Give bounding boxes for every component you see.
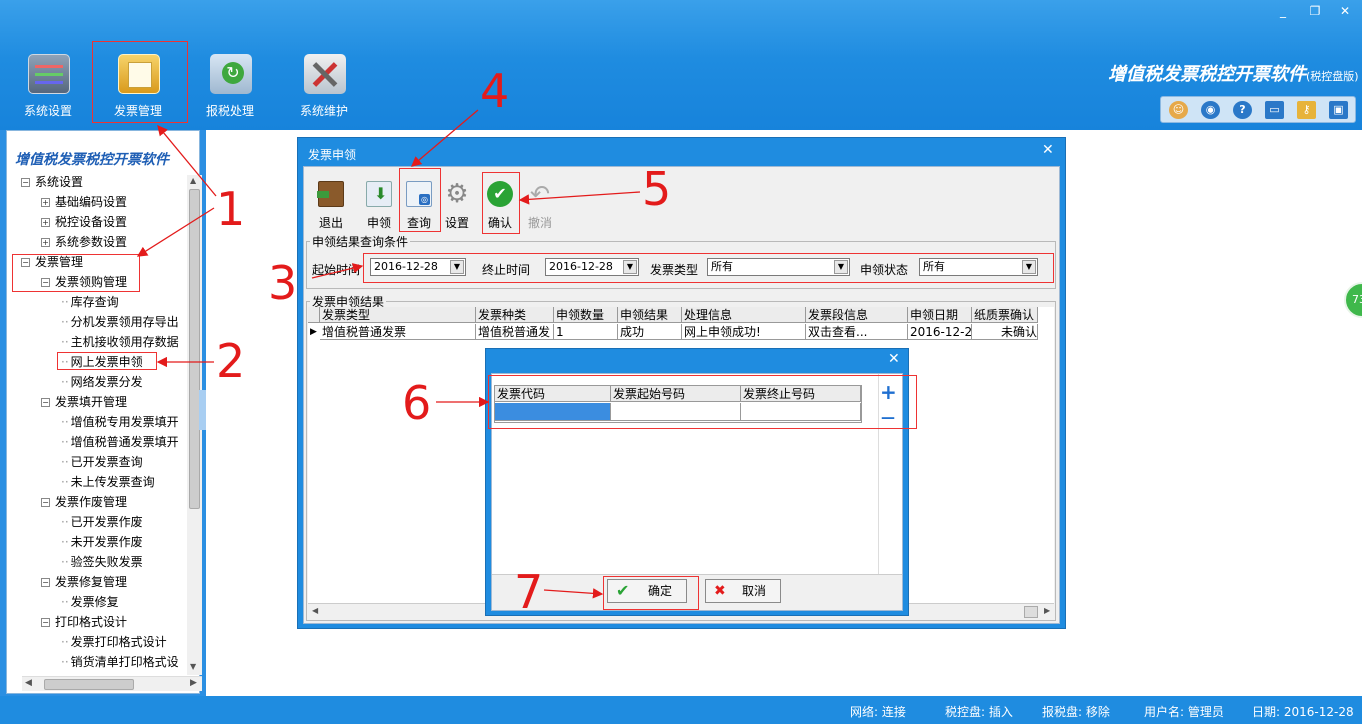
arrow-1b [136,207,215,257]
arrow-5 [518,191,641,205]
arrow-7 [543,588,604,599]
arrow-3 [311,263,364,279]
arrow-1a [157,124,217,197]
annotation-arrows [136,109,641,599]
arrow-4 [411,109,479,167]
